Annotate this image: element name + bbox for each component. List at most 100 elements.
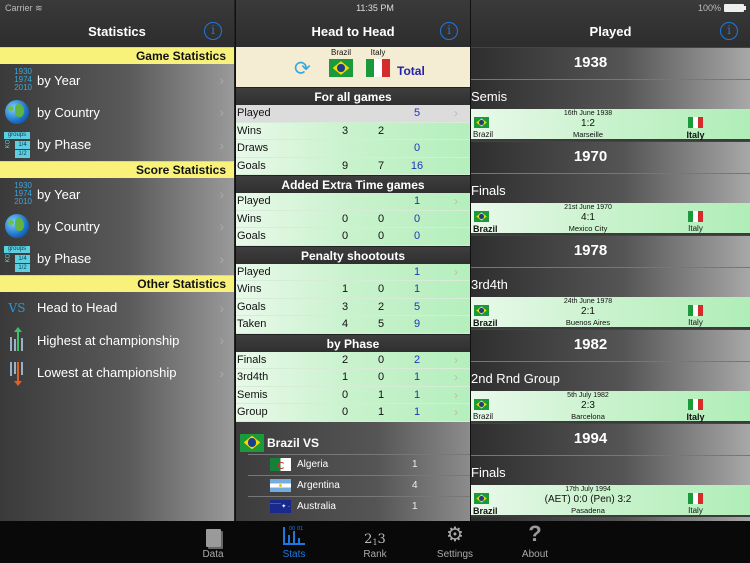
phase-label: Semis: [471, 89, 508, 104]
opponent-row[interactable]: Algeria 1: [248, 453, 470, 475]
years-icon: 1930 1974 2010: [14, 181, 32, 207]
total-value: 2: [413, 353, 421, 366]
opponent-count: 1: [412, 501, 418, 512]
team1-value: 3: [341, 300, 349, 313]
total-value: 0: [413, 230, 421, 243]
menu-item-by-phase[interactable]: groups KO 1/4 1/2 by Phase ›: [0, 129, 234, 161]
home-team: Brazil: [473, 412, 494, 421]
menu-item-label: Lowest at championship: [37, 365, 177, 381]
info-icon[interactable]: i: [204, 22, 222, 40]
info-icon[interactable]: i: [720, 22, 738, 40]
year-header: 1938: [471, 47, 750, 80]
team1-value: 0: [341, 388, 349, 401]
home-team: Brazil: [473, 506, 498, 516]
stat-row-goals: Goals 9 7 16: [236, 157, 470, 175]
menu-item-by-country[interactable]: by Country ›: [0, 210, 234, 242]
tab-about[interactable]: ? About: [505, 521, 565, 563]
stat-row-finals[interactable]: Finals 2 0 2 ›: [236, 351, 470, 369]
brazil-flag-icon: [474, 117, 489, 128]
match-card[interactable]: 17th July 1994 (AET) 0:0 (Pen) 3:2 Pasaden…: [471, 485, 750, 517]
chevron-right-icon: ›: [454, 352, 458, 367]
stat-label: Draws: [237, 142, 269, 155]
years-icon: 1930 1974 2010: [14, 67, 32, 93]
team1-value: 2: [341, 353, 349, 366]
group-title: by Phase: [236, 333, 470, 352]
menu-item-highest-at-championship[interactable]: Highest at championship ›: [0, 324, 234, 356]
tab-stats[interactable]: 00 01 Stats: [264, 521, 324, 563]
stat-row-played[interactable]: Played 1 ›: [236, 193, 470, 211]
away-team: Italy: [688, 506, 703, 515]
globe-icon: [2, 212, 32, 240]
match-score: 1:2: [581, 118, 595, 129]
team1-value: 4: [341, 318, 349, 331]
stat-row-semis[interactable]: Semis 0 1 1 ›: [236, 386, 470, 404]
statistics-menu: Game Statistics 1930 1974 2010 by Year › by Co…: [0, 47, 234, 389]
tab-settings[interactable]: ⚙ Settings: [425, 521, 485, 563]
year-header: 1970: [471, 141, 750, 174]
team2-value: 5: [377, 318, 385, 331]
tab-rank[interactable]: 213 Rank: [345, 521, 405, 563]
section-header: Other Statistics: [0, 274, 234, 292]
italy-flag-icon: [688, 211, 703, 222]
team2-value: 2: [377, 124, 385, 137]
algeria-flag-icon: [270, 458, 291, 471]
tab-data[interactable]: Data: [183, 521, 243, 563]
stat-row-3rd4th[interactable]: 3rd4th 1 0 1 ›: [236, 369, 470, 387]
arrow-up-icon: [2, 326, 32, 354]
team1-selector[interactable]: Brazil: [329, 48, 353, 77]
total-value: 0: [413, 212, 421, 225]
menu-item-by-phase[interactable]: groups KO 1/4 1/2 by Phase ›: [0, 242, 234, 274]
vs-list-header: Brazil VS: [236, 432, 470, 454]
menu-item-by-year[interactable]: 1930 1974 2010 by Year ›: [0, 178, 234, 210]
team1-value: 1: [341, 371, 349, 384]
team1-value: 1: [341, 283, 349, 296]
brazil-flag-icon: [474, 493, 489, 504]
vs-list: Brazil VS Algeria 1 Argentina 4 Australia 1: [236, 422, 470, 517]
match-card[interactable]: 24th June 1978 2:1 Buenos Aires Brazil Italy: [471, 297, 750, 329]
menu-item-lowest-at-championship[interactable]: Lowest at championship ›: [0, 356, 234, 388]
team2-selector[interactable]: Italy: [366, 48, 390, 77]
stat-label: Taken: [237, 318, 267, 331]
menu-item-head-to-head[interactable]: VS Head to Head ›: [0, 292, 234, 324]
menu-item-by-country[interactable]: by Country ›: [0, 96, 234, 128]
italy-flag-icon: [688, 399, 703, 410]
menu-item-label: by Country: [37, 104, 100, 120]
menu-item-label: by Phase: [37, 137, 92, 153]
match-date: 17th July 1994: [565, 486, 611, 493]
total-value: 1: [413, 371, 421, 384]
menu-item-label: by Year: [37, 186, 81, 202]
stat-row-played[interactable]: Played 5 ›: [236, 105, 470, 123]
opponent-row[interactable]: Australia 1: [248, 495, 470, 517]
menu-item-label: by Country: [37, 218, 100, 234]
rank-icon: 213: [364, 532, 386, 547]
data-icon: [205, 529, 221, 547]
home-team: Brazil: [473, 318, 498, 328]
italy-flag-icon: [688, 117, 703, 128]
stat-row-draws: Draws 0: [236, 140, 470, 158]
battery-indicator: 100%: [698, 3, 746, 13]
year-header: 1994: [471, 423, 750, 456]
stat-row-goals: Goals 3 2 5: [236, 298, 470, 316]
phase-label: Finals: [471, 465, 506, 480]
page-title: Head to Head: [311, 24, 395, 39]
stat-row-goals: Goals 0 0 0: [236, 228, 470, 246]
team2-value: 1: [377, 388, 385, 401]
match-card[interactable]: 16th June 1938 1:2 Marseille Brazil Italy: [471, 109, 750, 141]
stat-row-played[interactable]: Played 1 ›: [236, 263, 470, 281]
match-card[interactable]: 5th July 1982 2:3 Barcelona Brazil Italy: [471, 391, 750, 423]
italy-flag-icon: [366, 59, 390, 77]
swap-teams-icon[interactable]: ⟳: [294, 59, 316, 79]
team1-name: Brazil: [330, 48, 351, 57]
statistics-panel: Statistics i Game Statistics 1930 1974 2010…: [0, 0, 234, 521]
team2-value: 0: [377, 283, 385, 296]
brazil-flag-icon: [329, 59, 353, 77]
info-icon[interactable]: i: [440, 22, 458, 40]
menu-item-by-year[interactable]: 1930 1974 2010 by Year ›: [0, 64, 234, 96]
match-score: 4:1: [581, 212, 595, 223]
stat-row-group[interactable]: Group 0 1 1 ›: [236, 404, 470, 422]
home-team: Brazil: [473, 224, 498, 234]
match-card[interactable]: 21st June 1970 4:1 Mexico City Brazil Italy: [471, 203, 750, 235]
opponent-row[interactable]: Argentina 4: [248, 474, 470, 496]
match-date: 24th June 1978: [563, 298, 613, 305]
chevron-right-icon: ›: [219, 186, 224, 203]
